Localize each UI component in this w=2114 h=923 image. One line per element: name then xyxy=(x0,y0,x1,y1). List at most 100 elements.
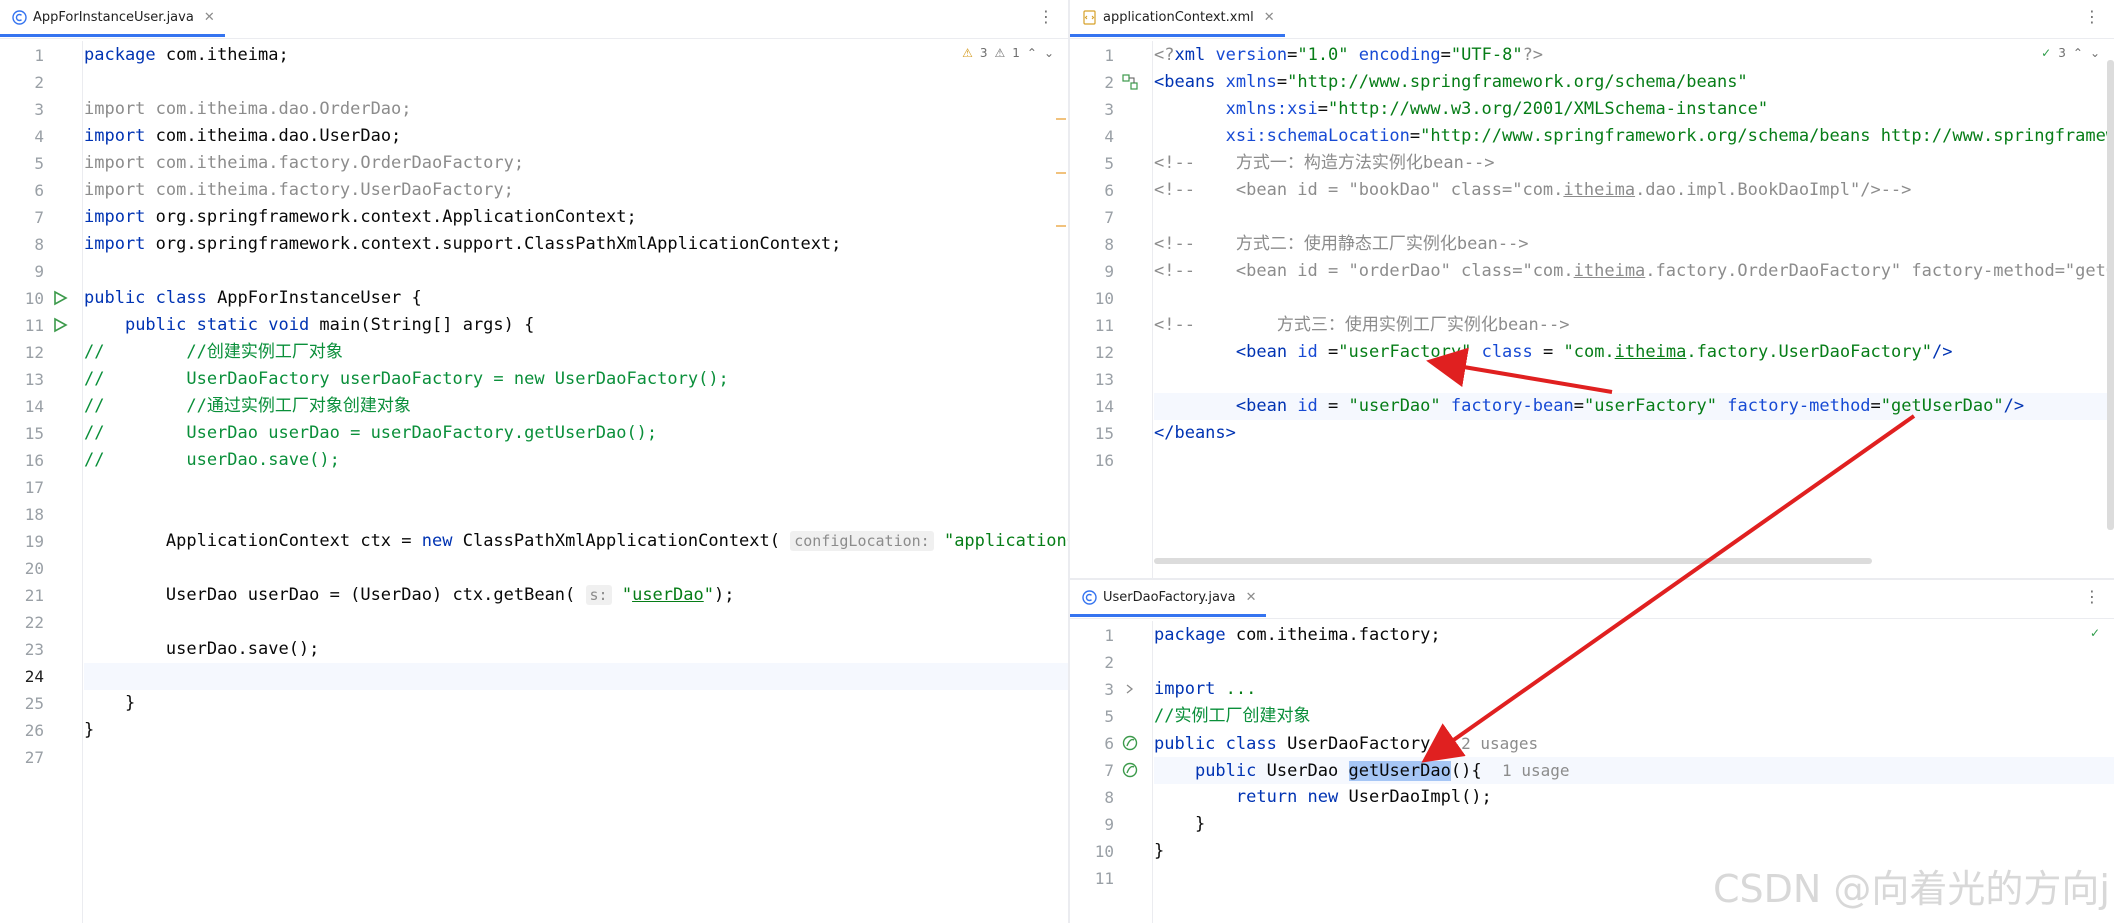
more-options-icon[interactable]: ⋮ xyxy=(2084,8,2100,26)
line-number: 24 xyxy=(24,667,44,686)
usages-hint[interactable]: 1 usage xyxy=(1502,761,1569,780)
code-token: new xyxy=(421,531,463,551)
close-icon[interactable]: ✕ xyxy=(1264,10,1275,25)
code-line[interactable] xyxy=(84,258,1068,285)
code-token: //实例工厂创建对象 xyxy=(1154,706,1311,726)
code-token: itheima xyxy=(1614,342,1687,362)
code-area[interactable]: package com.itheima; import com.itheima.d… xyxy=(84,41,1068,923)
code-line[interactable]: } xyxy=(1154,811,2114,838)
tab-label: UserDaoFactory.java xyxy=(1103,589,1236,605)
code-line[interactable]: //实例工厂创建对象 xyxy=(1154,703,2114,730)
code-line[interactable]: xmlns:xsi="http://www.w3.org/2001/XMLSch… xyxy=(1154,96,2114,123)
usages-hint[interactable]: 2 usages xyxy=(1461,734,1538,753)
code-line[interactable]: import com.itheima.factory.OrderDaoFacto… xyxy=(84,150,1068,177)
code-line[interactable]: xsi:schemaLocation="http://www.springfra… xyxy=(1154,123,2114,150)
editor-pane-xml: applicationContext.xml ✕ ⋮ ✓ 3 ⌃ ⌄ 1234567… xyxy=(1070,0,2114,578)
line-number: 12 xyxy=(1094,343,1114,362)
code-line[interactable]: <beans xmlns="http://www.springframework… xyxy=(1154,69,2114,96)
code-line[interactable]: // userDao.save(); xyxy=(84,447,1068,474)
code-line[interactable]: import ... xyxy=(1154,676,2114,703)
code-line[interactable] xyxy=(84,501,1068,528)
line-number: 16 xyxy=(24,451,44,470)
code-token: "applicationConte xyxy=(943,531,1068,551)
line-number: 7 xyxy=(34,208,44,227)
close-icon[interactable]: ✕ xyxy=(204,10,215,25)
code-token: ?> xyxy=(1522,45,1544,65)
code-line[interactable]: // //创建实例工厂对象 xyxy=(84,339,1068,366)
code-line[interactable]: // UserDao userDao = userDaoFactory.getU… xyxy=(84,420,1068,447)
code-line[interactable]: <bean id ="userFactory" class = "com.ith… xyxy=(1154,339,2114,366)
run-icon[interactable] xyxy=(52,290,68,306)
code-token: com.itheima; xyxy=(165,45,289,65)
horizontal-scrollbar[interactable] xyxy=(1154,558,1872,564)
spring-bean-icon[interactable] xyxy=(1122,735,1138,751)
code-line[interactable]: </beans> xyxy=(1154,420,2114,447)
code-line[interactable] xyxy=(84,663,1068,690)
tab-application-context[interactable]: applicationContext.xml ✕ xyxy=(1070,0,1285,37)
more-options-icon[interactable]: ⋮ xyxy=(2084,588,2100,606)
code-line[interactable] xyxy=(84,609,1068,636)
code-area[interactable]: <?xml version="1.0" encoding="UTF-8"?> <b… xyxy=(1154,41,2114,578)
code-line[interactable]: <!-- <bean id = "bookDao" class="com.ith… xyxy=(1154,177,2114,204)
code-line[interactable] xyxy=(84,474,1068,501)
spring-bean-icon[interactable] xyxy=(1122,762,1138,778)
code-line[interactable]: package com.itheima; xyxy=(84,42,1068,69)
run-icon[interactable] xyxy=(52,317,68,333)
code-line[interactable] xyxy=(1154,447,2114,474)
code-line[interactable]: package com.itheima.factory; xyxy=(1154,622,2114,649)
code-line[interactable]: return new UserDaoImpl(); xyxy=(1154,784,2114,811)
code-line[interactable] xyxy=(84,555,1068,582)
line-number: 7 xyxy=(1104,761,1114,780)
fold-icon[interactable] xyxy=(1122,681,1138,697)
code-token: = xyxy=(1328,396,1349,416)
tab-app-for-instance-user[interactable]: AppForInstanceUser.java ✕ xyxy=(0,0,225,37)
code-line[interactable]: <bean id = "userDao" factory-bean="userF… xyxy=(1154,393,2114,420)
code-line[interactable] xyxy=(1154,366,2114,393)
code-line[interactable] xyxy=(1154,204,2114,231)
bean-icon[interactable] xyxy=(1122,74,1138,90)
code-line[interactable]: UserDao userDao = (UserDao) ctx.getBean(… xyxy=(84,582,1068,609)
tab-user-dao-factory[interactable]: UserDaoFactory.java ✕ xyxy=(1070,580,1267,617)
code-token: class xyxy=(1481,342,1543,362)
code-line[interactable]: } xyxy=(84,717,1068,744)
code-line[interactable]: <?xml version="1.0" encoding="UTF-8"?> xyxy=(1154,42,2114,69)
line-number: 20 xyxy=(24,559,44,578)
code-line[interactable]: <!-- 方式一：构造方法实例化bean--> xyxy=(1154,150,2114,177)
code-token: itheima xyxy=(1573,261,1646,281)
code-line[interactable]: <!-- 方式三：使用实例工厂实例化bean--> xyxy=(1154,312,2114,339)
code-line[interactable] xyxy=(1154,285,2114,312)
code-token: } xyxy=(1154,814,1206,834)
code-line[interactable]: import org.springframework.context.suppo… xyxy=(84,231,1068,258)
code-line[interactable]: import com.itheima.dao.UserDao; xyxy=(84,123,1068,150)
code-line[interactable]: userDao.save(); xyxy=(84,636,1068,663)
code-line[interactable]: } xyxy=(84,690,1068,717)
code-line[interactable]: public class UserDaoFactory { 2 usages xyxy=(1154,730,2114,757)
code-line[interactable]: import org.springframework.context.Appli… xyxy=(84,204,1068,231)
code-line[interactable]: import com.itheima.dao.OrderDao; xyxy=(84,96,1068,123)
code-line[interactable]: // //通过实例工厂对象创建对象 xyxy=(84,393,1068,420)
code-token: // userDao.save(); xyxy=(84,450,340,470)
code-line[interactable]: <!-- <bean id = "orderDao" class="com.it… xyxy=(1154,258,2114,285)
code-token: userDao xyxy=(632,585,704,605)
code-line[interactable]: <!-- 方式二：使用静态工厂实例化bean--> xyxy=(1154,231,2114,258)
code-line[interactable] xyxy=(84,69,1068,96)
line-number: 3 xyxy=(1104,680,1114,699)
line-number: 23 xyxy=(24,640,44,659)
code-line[interactable]: public UserDao getUserDao(){ 1 usage xyxy=(1154,757,2114,784)
code-line[interactable] xyxy=(84,744,1068,771)
code-line[interactable] xyxy=(1154,649,2114,676)
code-line[interactable]: ApplicationContext ctx = new ClassPathXm… xyxy=(84,528,1068,555)
code-token: " xyxy=(621,585,633,605)
code-line[interactable]: // UserDaoFactory userDaoFactory = new U… xyxy=(84,366,1068,393)
line-number: 5 xyxy=(34,154,44,173)
line-number: 3 xyxy=(34,100,44,119)
close-icon[interactable]: ✕ xyxy=(1246,590,1257,605)
vertical-scrollbar[interactable] xyxy=(2107,60,2114,530)
code-line[interactable]: import com.itheima.factory.UserDaoFactor… xyxy=(84,177,1068,204)
code-token: import com.itheima.factory.UserDaoFactor… xyxy=(84,180,514,200)
more-options-icon[interactable]: ⋮ xyxy=(1038,8,1054,26)
code-line[interactable]: public static void main(String[] args) { xyxy=(84,312,1068,339)
code-line[interactable]: public class AppForInstanceUser { xyxy=(84,285,1068,312)
